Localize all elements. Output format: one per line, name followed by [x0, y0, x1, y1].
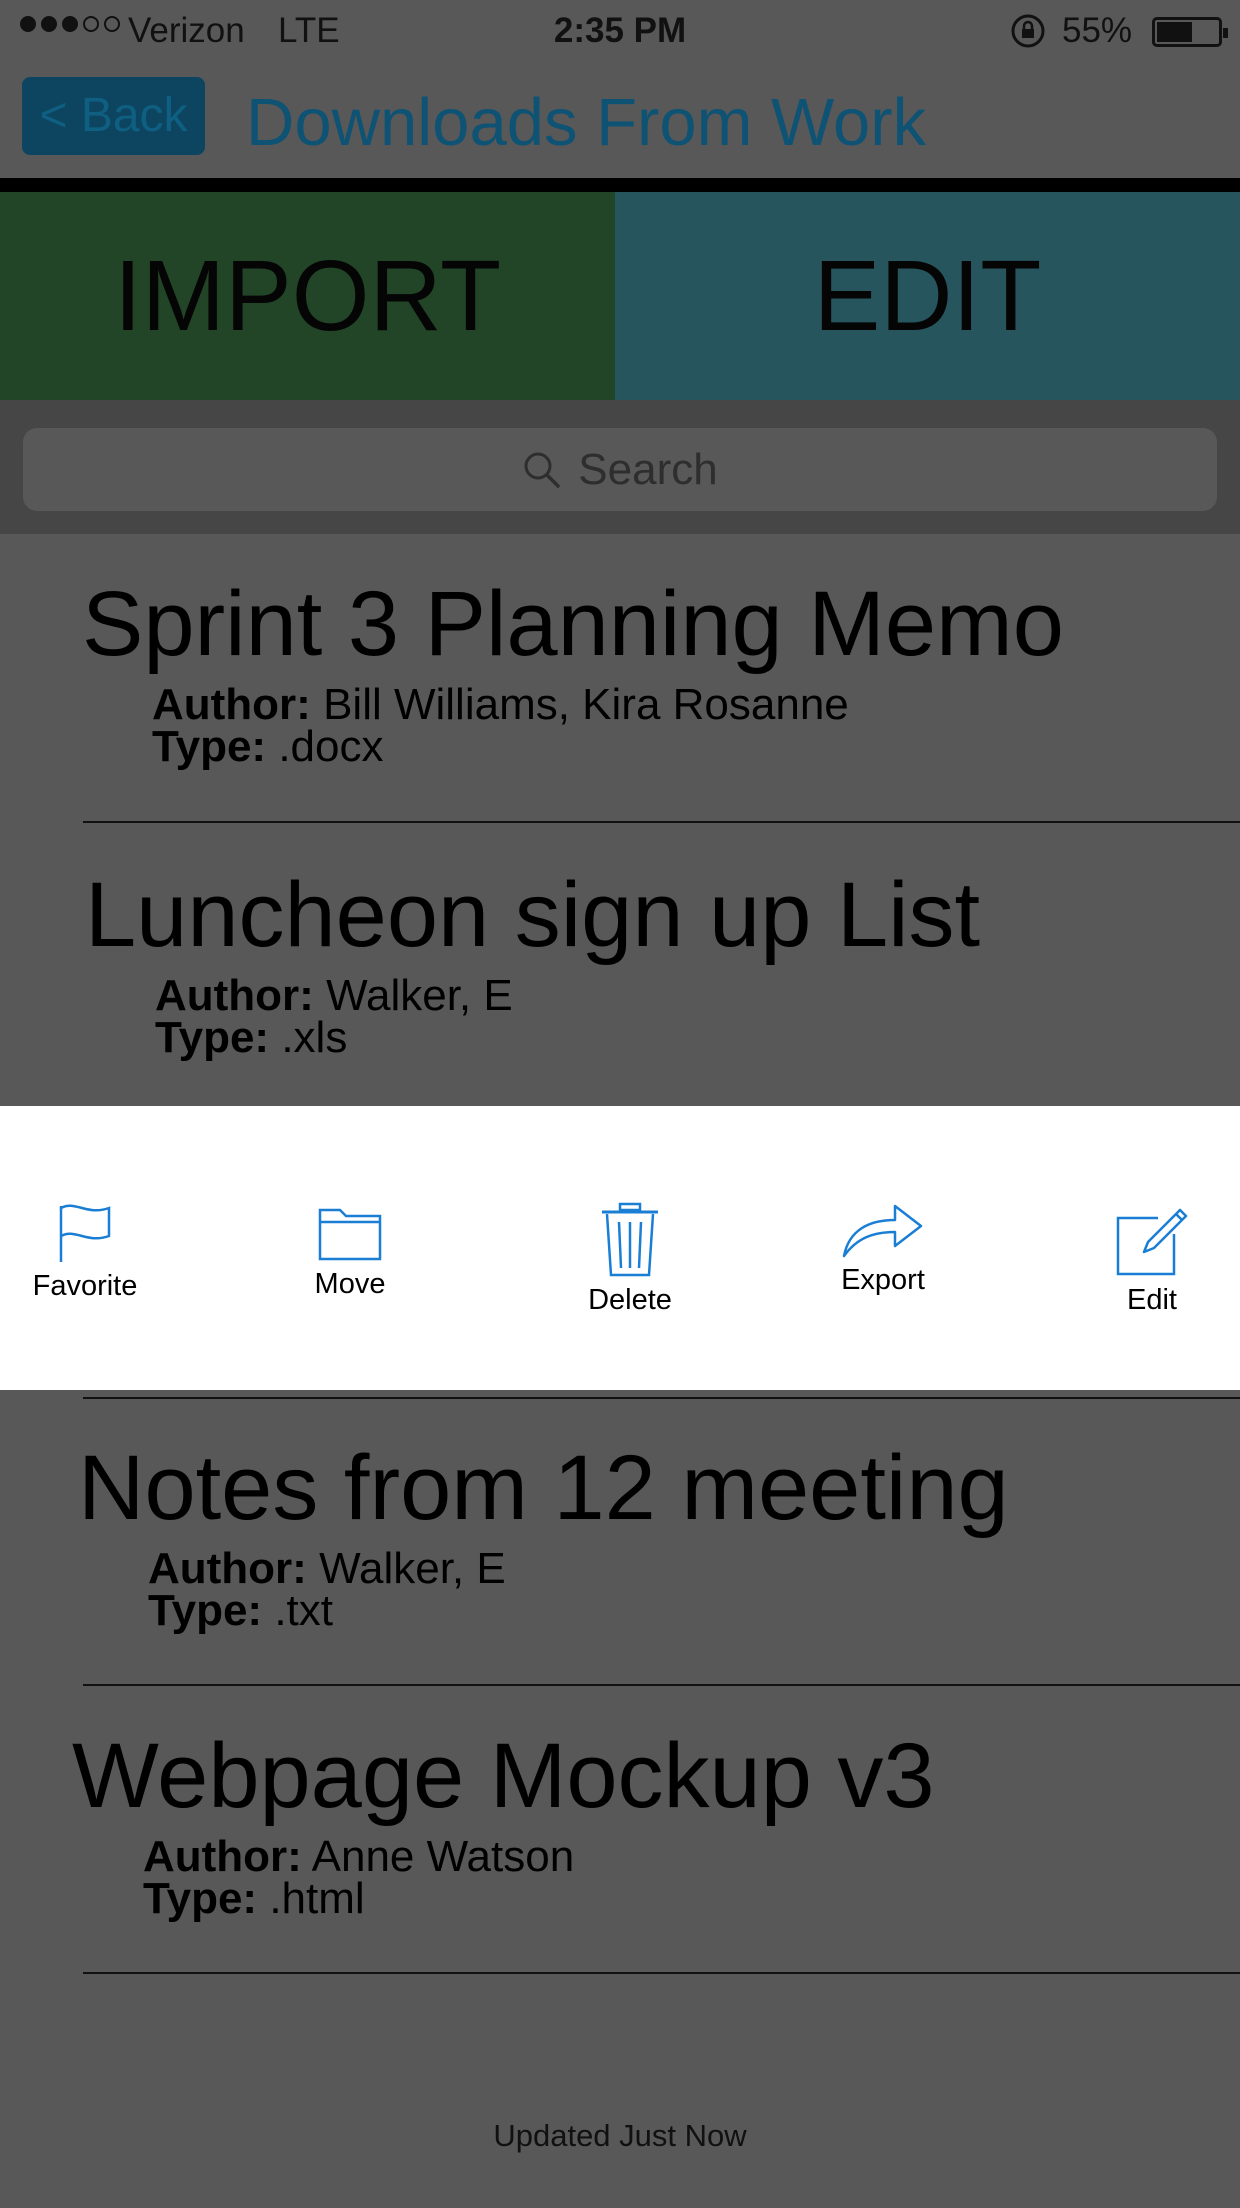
page-title: Downloads From Work — [246, 85, 927, 160]
file-type: .docx — [278, 722, 384, 771]
clock: 2:35 PM — [553, 11, 687, 50]
file-meta: Author: Anne Watson Type: .html — [143, 1832, 575, 1923]
list-divider — [83, 1972, 1240, 1974]
delete-label: Delete — [588, 1284, 672, 1316]
status-bar: Verizon LTE 2:35 PM 55% — [0, 0, 1240, 62]
file-title: Webpage Mockup v3 — [72, 1725, 935, 1827]
file-author: Walker, E — [319, 1544, 506, 1593]
back-button[interactable]: < Back — [22, 77, 205, 155]
file-title: Sprint 3 Planning Memo — [82, 573, 1064, 675]
list-item[interactable]: Sprint 3 Planning Memo Author: Bill Will… — [0, 534, 1240, 822]
file-author: Bill Williams, Kira Rosanne — [323, 680, 849, 729]
favorite-button[interactable]: Favorite — [30, 1202, 140, 1303]
export-label: Export — [841, 1264, 925, 1296]
compose-icon — [1116, 1208, 1188, 1276]
file-meta: Author: Walker, E Type: .xls — [155, 971, 513, 1062]
move-label: Move — [314, 1268, 386, 1300]
export-button[interactable]: Export — [830, 1202, 936, 1297]
folder-icon — [318, 1208, 382, 1261]
header-divider — [0, 178, 1240, 192]
flag-icon — [59, 1204, 111, 1262]
list-item[interactable]: Luncheon sign up List Author: Walker, E … — [0, 823, 1240, 1106]
file-type: .txt — [274, 1586, 334, 1635]
edit-action-label: Edit — [1127, 1284, 1177, 1316]
file-title: Luncheon sign up List — [85, 864, 981, 966]
file-title: Notes from 12 meeting — [78, 1437, 1009, 1539]
file-author: Walker, E — [326, 971, 513, 1020]
refresh-status: Updated Just Now — [493, 2118, 747, 2153]
file-meta: Author: Walker, E Type: .txt — [148, 1544, 506, 1635]
file-type: .xls — [281, 1013, 348, 1062]
search-placeholder: Search — [578, 444, 718, 494]
favorite-label: Favorite — [32, 1270, 138, 1302]
edit-action-button[interactable]: Edit — [1104, 1202, 1200, 1317]
rotation-lock-icon — [1011, 14, 1045, 48]
import-button[interactable]: IMPORT — [0, 192, 615, 400]
trash-icon — [602, 1202, 658, 1277]
search-icon — [524, 452, 561, 488]
list-divider — [83, 1397, 1240, 1399]
navigation-bar: < Back Downloads From Work — [0, 62, 1240, 178]
list-item[interactable]: Notes from 12 meeting Author: Walker, E … — [0, 1400, 1240, 1686]
file-meta: Author: Bill Williams, Kira Rosanne Type… — [152, 680, 849, 771]
file-type: .html — [269, 1874, 365, 1923]
edit-button[interactable]: EDIT — [615, 192, 1240, 400]
battery-icon — [1152, 17, 1228, 47]
move-button[interactable]: Move — [300, 1202, 400, 1301]
swipe-action-bar: Favorite Move Delete Export Edit — [0, 1106, 1240, 1390]
share-arrow-icon — [842, 1204, 923, 1258]
list-item[interactable]: Webpage Mockup v3 Author: Anne Watson Ty… — [0, 1686, 1240, 1974]
search-bar: Search — [0, 400, 1240, 534]
delete-button[interactable]: Delete — [578, 1202, 682, 1317]
battery-percent: 55% — [1062, 11, 1133, 50]
search-input[interactable]: Search — [23, 428, 1217, 511]
